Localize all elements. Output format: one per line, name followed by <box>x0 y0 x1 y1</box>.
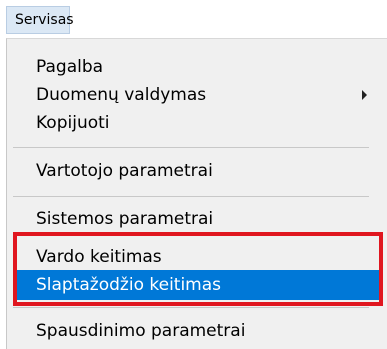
menu-item-kopijuoti[interactable]: Kopijuoti <box>13 108 379 138</box>
menu-item-duomenu-valdymas[interactable]: Duomenų valdymas <box>13 80 379 110</box>
menu-item-label: Duomenų valdymas <box>36 85 207 105</box>
menu-bar: Servisas <box>0 0 387 38</box>
menu-item-vartotojo-parametrai[interactable]: Vartotojo parametrai <box>13 156 379 186</box>
menu-separator <box>13 307 369 308</box>
menu-servisas[interactable]: Servisas <box>6 6 74 34</box>
menu-item-spausdinimo-parametrai[interactable]: Spausdinimo parametrai <box>13 316 379 346</box>
submenu-arrow-icon <box>362 90 367 100</box>
menu-separator <box>13 196 369 197</box>
highlight-box <box>13 232 383 306</box>
menu-item-pagalba[interactable]: Pagalba <box>13 52 379 82</box>
menu-separator <box>13 147 369 148</box>
menu-item-sistemos-parametrai[interactable]: Sistemos parametrai <box>13 204 379 234</box>
